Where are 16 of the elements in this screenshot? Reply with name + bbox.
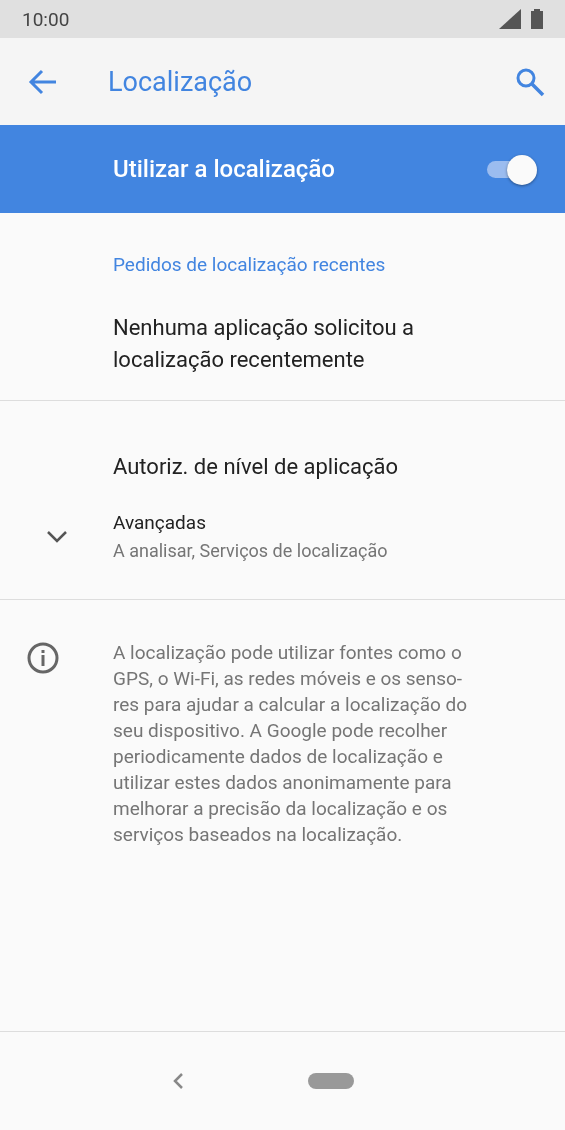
info-icon — [27, 642, 59, 674]
empty-message: Nenhuma aplicação solicitou a localização recentemente — [113, 314, 415, 374]
search-button[interactable] — [515, 66, 545, 97]
home-button[interactable] — [307, 1073, 354, 1089]
battery-icon — [531, 9, 543, 29]
section-header: Pedidos de localização recentes — [113, 253, 387, 276]
list-item[interactable]: Autoriz. de nível de aplicação — [0, 431, 565, 501]
info-paragraph: A localização pode utilizar fontes como o GPS, o Wi-Fi, as redes móveis e os senso- res para ajudar a calcular a localização do seu dispositivo. A Google pode recolher periodicamente dados de localização e utilizar estes dados anonimamente para melhorar a precisão da localização e os serviços baseados na localização. — [113, 640, 468, 848]
back-button[interactable] — [28, 68, 58, 95]
screen-title: Localização — [108, 65, 254, 98]
back-nav-button[interactable] — [171, 1072, 184, 1090]
toggle-switch[interactable] — [485, 154, 535, 184]
switch-label: Utilizar a localização — [113, 155, 336, 183]
signal-icon — [499, 9, 521, 29]
list-item[interactable]: Avançadas A analisar, Serviços de localização — [0, 501, 565, 571]
status-time: 10:00 — [22, 7, 70, 31]
